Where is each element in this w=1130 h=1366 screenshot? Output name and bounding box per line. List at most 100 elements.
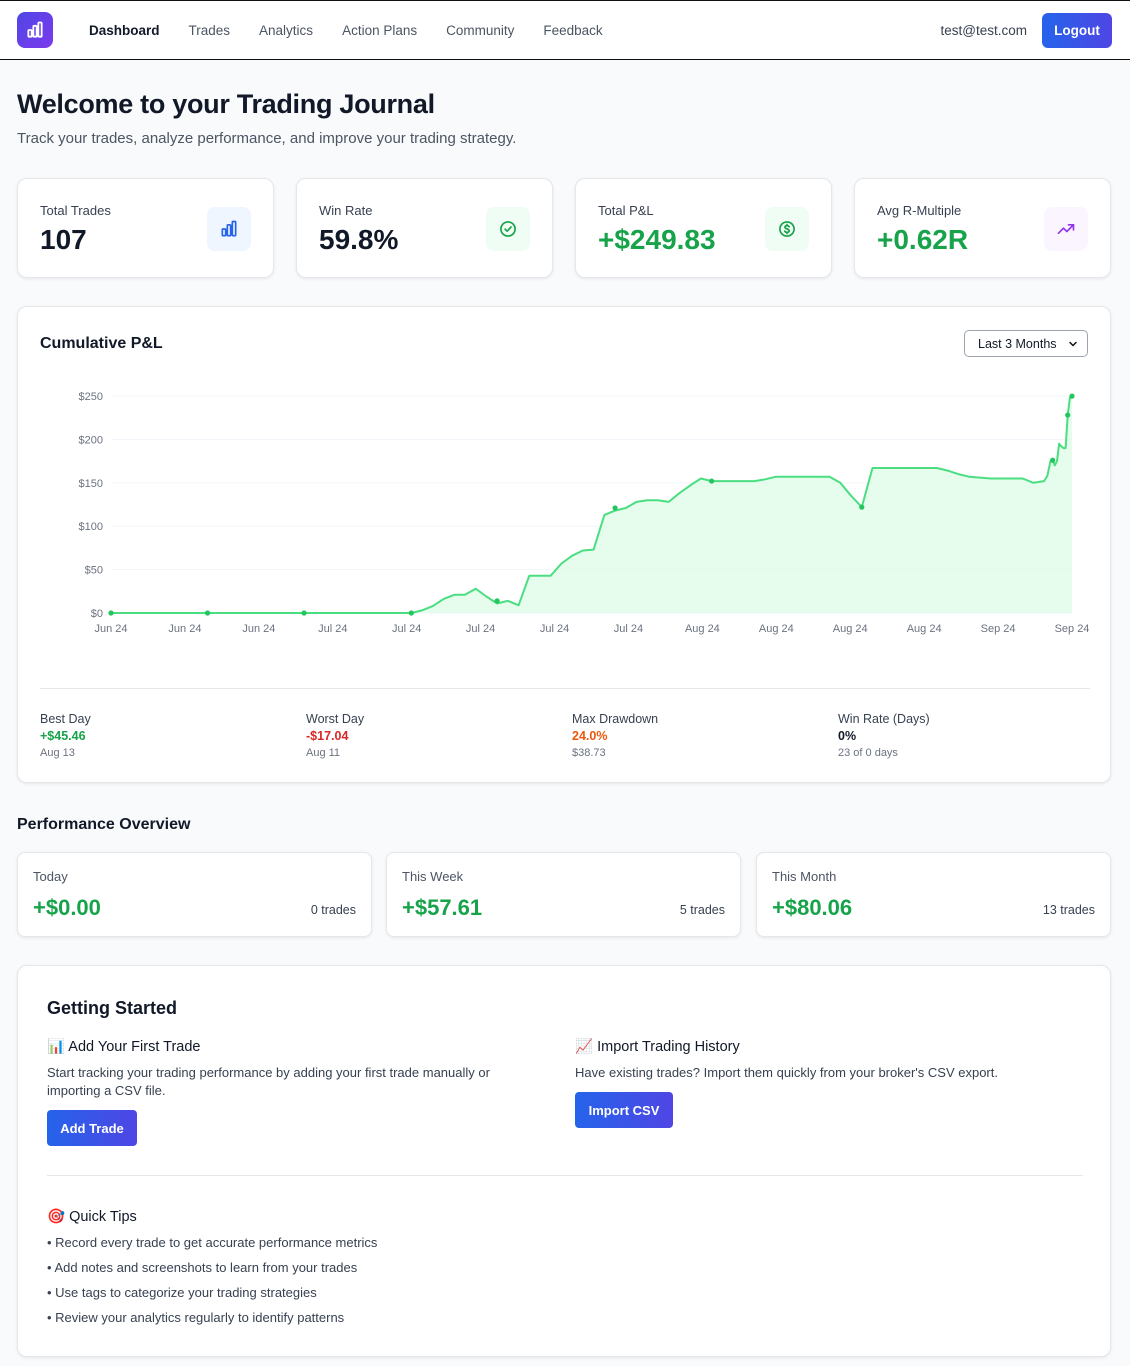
stat-value: 59.8%: [319, 224, 399, 255]
x-tick-label: Jun 24: [242, 623, 275, 635]
bar-chart-icon: [221, 220, 237, 237]
metric-value: 24.0%: [572, 729, 608, 743]
getting-started-title: Getting Started: [47, 998, 178, 1018]
stat-card-avg-r-multiple: Avg R-Multiple +0.62R: [854, 178, 1111, 278]
chevron-down-icon: [1069, 341, 1077, 346]
x-tick-label: Aug 24: [759, 623, 794, 635]
range-select-value: Last 3 Months: [978, 336, 1057, 351]
y-tick-label: $250: [79, 391, 103, 403]
stat-label: Total Trades: [40, 203, 111, 218]
metric-best-day: Best Day +$45.46 Aug 13: [40, 712, 91, 759]
x-tick-label: Jun 24: [94, 623, 127, 635]
stat-value: +$249.83: [598, 224, 716, 255]
stat-card-win-rate: Win Rate 59.8%: [296, 178, 553, 278]
stat-label: Avg R-Multiple: [877, 203, 962, 218]
stat-label: Win Rate: [319, 203, 373, 218]
data-point: [108, 610, 114, 616]
add-trade-text: Start tracking your trading performance …: [47, 1065, 490, 1098]
data-point: [859, 504, 865, 510]
perf-label: This Week: [402, 869, 464, 884]
add-trade-button[interactable]: Add Trade: [47, 1110, 137, 1146]
perf-count: 0 trades: [310, 903, 356, 917]
import-heading: 📈 Import Trading History: [575, 1039, 740, 1055]
tip-item: • Record every trade to get accurate per…: [47, 1235, 378, 1250]
data-point: [408, 610, 414, 616]
tip-item: • Add notes and screenshots to learn fro…: [47, 1260, 358, 1275]
y-tick-label: $100: [79, 521, 103, 533]
import-csv-button[interactable]: Import CSV: [575, 1092, 673, 1128]
y-tick-label: $50: [85, 565, 103, 577]
y-tick-label: $150: [79, 478, 103, 490]
metric-label: Best Day: [40, 712, 91, 726]
y-tick-label: $0: [91, 608, 103, 620]
stat-value: +0.62R: [877, 224, 969, 255]
stat-icon-container: [486, 207, 530, 251]
user-email: test@test.com: [940, 22, 1027, 38]
stat-icon-container: [207, 207, 251, 251]
data-point: [1069, 393, 1075, 399]
main-nav: Dashboard Trades Analytics Action Plans …: [89, 23, 941, 38]
metric-sub: Aug 13: [40, 747, 75, 759]
page-title: Welcome to your Trading Journal: [17, 89, 435, 119]
chart-title: Cumulative P&L: [40, 335, 163, 352]
x-tick-label: Jul 24: [614, 623, 643, 635]
add-trade-heading: 📊 Add Your First Trade: [47, 1039, 201, 1055]
x-tick-label: Jul 24: [318, 623, 347, 635]
data-point: [1065, 412, 1071, 418]
nav-item-analytics[interactable]: Analytics: [259, 23, 313, 38]
x-tick-label: Jul 24: [466, 623, 495, 635]
cumulative-pnl-card: Cumulative P&L Last 3 Months $0 $50 $100 $1…: [17, 306, 1111, 783]
metric-label: Max Drawdown: [572, 712, 659, 726]
x-tick-label: Aug 24: [833, 623, 868, 635]
stat-card-total-trades: Total Trades 107: [17, 178, 274, 278]
chart-divider: [40, 688, 1090, 689]
cumulative-pnl-chart: $0 $50 $100 $150 $200 $250 Jun 24 Jun 24 Jun 24 J…: [79, 391, 1090, 635]
metric-max-drawdown: Max Drawdown 24.0% $38.73: [572, 712, 658, 759]
perf-value: +$0.00: [33, 895, 101, 920]
metric-label: Win Rate (Days): [838, 712, 930, 726]
nav-item-trades[interactable]: Trades: [189, 23, 231, 38]
metric-value: 0%: [838, 729, 857, 743]
range-select[interactable]: Last 3 Months: [964, 330, 1088, 357]
metric-sub: 23 of 0 days: [838, 747, 898, 759]
performance-overview-title: Performance Overview: [17, 816, 191, 833]
app-logo[interactable]: [17, 12, 53, 48]
metric-label: Worst Day: [306, 712, 365, 726]
metric-value: -$17.04: [306, 729, 349, 743]
nav-item-feedback[interactable]: Feedback: [543, 23, 602, 38]
data-point: [301, 610, 307, 616]
tip-item: • Use tags to categorize your trading st…: [47, 1285, 317, 1300]
perf-value: +$80.06: [772, 895, 853, 920]
perf-card-today: Today +$0.00 0 trades: [17, 852, 372, 937]
y-tick-label: $200: [79, 434, 103, 446]
nav-item-community[interactable]: Community: [446, 23, 514, 38]
perf-count: 13 trades: [1042, 903, 1095, 917]
quick-tips-heading: 🎯 Quick Tips: [47, 1209, 137, 1225]
perf-count: 5 trades: [679, 903, 725, 917]
perf-label: Today: [33, 869, 68, 884]
nav-item-dashboard[interactable]: Dashboard: [89, 23, 160, 38]
stat-icon-container: [1044, 207, 1088, 251]
perf-card-this-week: This Week +$57.61 5 trades: [386, 852, 741, 937]
perf-card-this-month: This Month +$80.06 13 trades: [756, 852, 1111, 937]
data-point: [709, 478, 715, 484]
tip-item: • Review your analytics regularly to ide…: [47, 1310, 345, 1325]
perf-value: +$57.61: [402, 895, 483, 920]
metric-sub: $38.73: [572, 747, 606, 759]
x-tick-label: Jun 24: [168, 623, 201, 635]
pnl-area: [111, 396, 1072, 613]
metric-value: +$45.46: [40, 729, 86, 743]
stat-card-total-pnl: Total P&L +$249.83: [575, 178, 832, 278]
dollar-circle-icon: [779, 221, 795, 237]
stat-label: Total P&L: [598, 203, 654, 218]
stat-icon-container: [765, 207, 809, 251]
x-tick-label: Jul 24: [540, 623, 569, 635]
perf-label: This Month: [772, 869, 837, 884]
x-tick-label: Sep 24: [1055, 623, 1090, 635]
nav-item-action-plans[interactable]: Action Plans: [342, 23, 417, 38]
logout-button[interactable]: Logout: [1042, 12, 1112, 48]
data-point: [612, 505, 618, 511]
x-tick-label: Jul 24: [392, 623, 421, 635]
getting-started-divider: [47, 1175, 1083, 1176]
data-point: [494, 598, 500, 604]
